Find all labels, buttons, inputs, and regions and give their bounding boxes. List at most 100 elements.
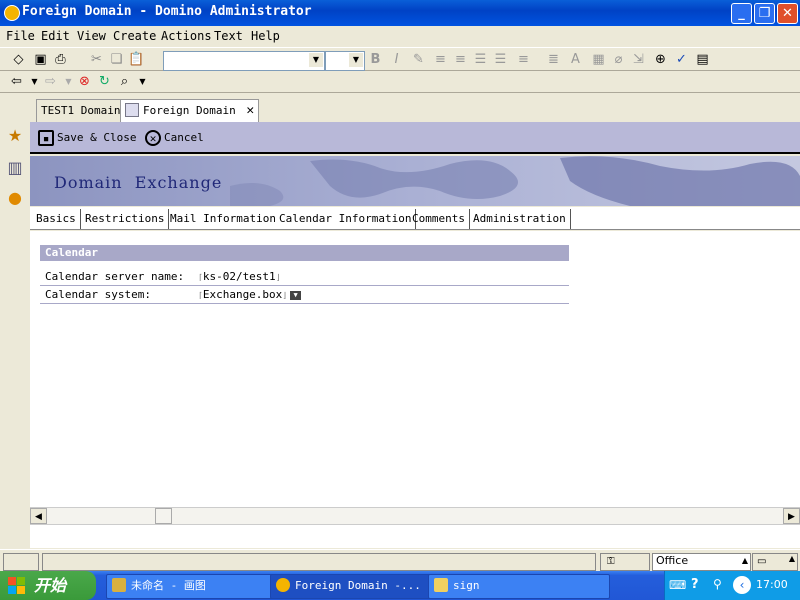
databases-icon[interactable]: ▥	[3, 156, 27, 180]
favorites-icon[interactable]: ★	[3, 124, 27, 148]
taskbar: 开始 未命名 - 画图 Foreign Domain -... sign ⌨ ?…	[0, 571, 800, 600]
stop-icon[interactable]: ⊗	[76, 73, 93, 90]
search-icon[interactable]: ⌕	[116, 73, 133, 90]
window-tab-strip: TEST1 Domain Foreign Domain ✕	[30, 94, 800, 123]
menu-actions[interactable]: Actions	[161, 29, 212, 43]
chevron-down-icon[interactable]: ▼	[26, 73, 43, 90]
scroll-left-button[interactable]: ◀	[30, 508, 47, 524]
tab-administration[interactable]: Administration	[469, 209, 571, 229]
mail-status[interactable]: ▭ ▲	[752, 553, 798, 571]
security-status[interactable]: ⚿	[600, 553, 650, 571]
task-sign-folder[interactable]: sign	[428, 574, 610, 599]
close-window-button[interactable]: ✕	[777, 3, 798, 24]
paragraph-icon[interactable]: ≡	[515, 51, 532, 68]
task-label: 未命名 - 画图	[131, 579, 206, 592]
tab-test1-domain[interactable]: TEST1 Domain	[36, 99, 126, 123]
scroll-thumb[interactable]	[155, 508, 172, 524]
horizontal-scrollbar[interactable]: ◀ ▶	[30, 507, 800, 524]
paste-icon[interactable]: 📋	[128, 51, 145, 68]
clock: 17:00	[756, 578, 788, 591]
forward-icon[interactable]: ⇨	[42, 73, 59, 90]
scroll-right-button[interactable]: ▶	[783, 508, 800, 524]
tab-calendar-information[interactable]: Calendar Information	[275, 209, 417, 229]
dropdown-button[interactable]: ▼	[290, 290, 302, 300]
navigation-toolbar: ⇦ ▼ ⇨ ▼ ⊗ ↻ ⌕ ▼	[0, 71, 800, 93]
tab-restrictions[interactable]: Restrictions	[81, 209, 170, 229]
properties-icon[interactable]: ▤	[694, 51, 711, 68]
minimize-button[interactable]: _	[731, 3, 752, 24]
tab-basics[interactable]: Basics	[32, 209, 81, 229]
find-icon[interactable]: ⊕	[652, 51, 669, 68]
print-icon[interactable]: ⎙	[52, 51, 69, 68]
align-center-icon[interactable]: ≡	[452, 51, 469, 68]
menu-bar: File Edit View Create Actions Text Help	[0, 26, 800, 46]
menu-file[interactable]: File	[6, 29, 35, 43]
location-label: Office	[656, 554, 689, 567]
banner-title: Domain Exchange	[54, 173, 223, 192]
help-icon[interactable]: ?	[691, 577, 699, 592]
back-icon[interactable]: ⇦	[8, 73, 25, 90]
start-button[interactable]: 开始	[0, 571, 96, 600]
chevron-down-icon[interactable]: ▼	[60, 73, 77, 90]
chevron-left-icon[interactable]: ‹	[733, 576, 751, 594]
bold-icon[interactable]: B	[367, 51, 384, 68]
document-tabs: Basics Restrictions Mail Information Cal…	[30, 207, 800, 230]
save-close-button[interactable]: ▪ Save & Close	[38, 128, 136, 148]
restore-button[interactable]: ❐	[754, 3, 775, 24]
document-icon	[125, 103, 139, 117]
field-bracket-close: ⌋	[275, 273, 281, 282]
menu-view[interactable]: View	[77, 29, 106, 43]
network-icon[interactable]: ⚲	[713, 577, 722, 591]
keyboard-icon[interactable]: ⌨	[669, 578, 686, 592]
field-value: Exchange.box	[202, 288, 283, 301]
attach-icon[interactable]: ⌀	[610, 51, 627, 68]
task-foreign-domain[interactable]: Foreign Domain -...	[270, 574, 448, 599]
bullet-list-icon[interactable]: ☰	[472, 51, 489, 68]
close-tab-icon[interactable]: ✕	[246, 103, 254, 118]
menu-help[interactable]: Help	[251, 29, 280, 43]
save-icon[interactable]: ▣	[32, 51, 49, 68]
location-selector[interactable]: Office ▲	[652, 553, 751, 571]
align-left-icon[interactable]: ≡	[432, 51, 449, 68]
field-row: Calendar system: ⌈Exchange.box⌋ ▼	[40, 285, 569, 304]
cut-icon[interactable]: ✂	[88, 51, 105, 68]
style-combo[interactable]: ▼	[163, 51, 325, 71]
field-value: ks-02/test1	[202, 270, 276, 283]
task-paint[interactable]: 未命名 - 画图	[106, 574, 290, 599]
tab-label: Foreign Domain	[143, 104, 236, 117]
section-header: Calendar	[40, 245, 569, 261]
menu-text[interactable]: Text	[214, 29, 243, 43]
save-close-label: Save & Close	[57, 131, 137, 144]
spellcheck-icon[interactable]: ✓	[673, 51, 690, 68]
field-row: Calendar server name: ⌈ks-02/test1⌋	[40, 267, 569, 286]
diamond-icon[interactable]: ◇	[10, 51, 27, 68]
calendar-system-field[interactable]: ⌈Exchange.box⌋ ▼	[198, 288, 302, 301]
chevron-down-icon[interactable]: ▼	[349, 53, 363, 67]
menu-create[interactable]: Create	[113, 29, 156, 43]
tab-foreign-domain[interactable]: Foreign Domain ✕	[120, 99, 260, 123]
link-icon[interactable]: ⇲	[630, 51, 647, 68]
notes-app-icon	[276, 578, 290, 592]
menu-edit[interactable]: Edit	[41, 29, 70, 43]
chevron-down-icon[interactable]: ▼	[309, 53, 323, 67]
status-message	[42, 553, 596, 571]
table-icon[interactable]: ▦	[590, 51, 607, 68]
document-content: Calendar Calendar server name: ⌈ks-02/te…	[30, 231, 800, 507]
chevron-up-icon: ▲	[741, 556, 748, 565]
cancel-button[interactable]: ✕ Cancel	[145, 128, 204, 148]
tab-mail-information[interactable]: Mail Information	[166, 209, 281, 229]
italic-icon[interactable]: I	[388, 51, 405, 68]
tab-comments[interactable]: Comments	[408, 209, 470, 229]
refresh-icon[interactable]: ↻	[96, 73, 113, 90]
text-style-icon[interactable]: A	[567, 51, 584, 68]
people-icon[interactable]: ●	[3, 186, 27, 210]
copy-icon[interactable]: ❏	[108, 51, 125, 68]
highlight-icon[interactable]: ✎	[410, 51, 427, 68]
calendar-server-name-field[interactable]: ⌈ks-02/test1⌋	[198, 270, 281, 283]
title-bar: Foreign Domain - Domino Administrator _ …	[0, 0, 800, 26]
font-size-combo[interactable]: ▼	[325, 51, 365, 71]
chevron-down-icon[interactable]: ▼	[134, 73, 151, 90]
indent-icon[interactable]: ≣	[545, 51, 562, 68]
numbered-list-icon[interactable]: ☰	[492, 51, 509, 68]
status-bar: ⚿ Office ▲ ▭ ▲	[0, 549, 800, 571]
